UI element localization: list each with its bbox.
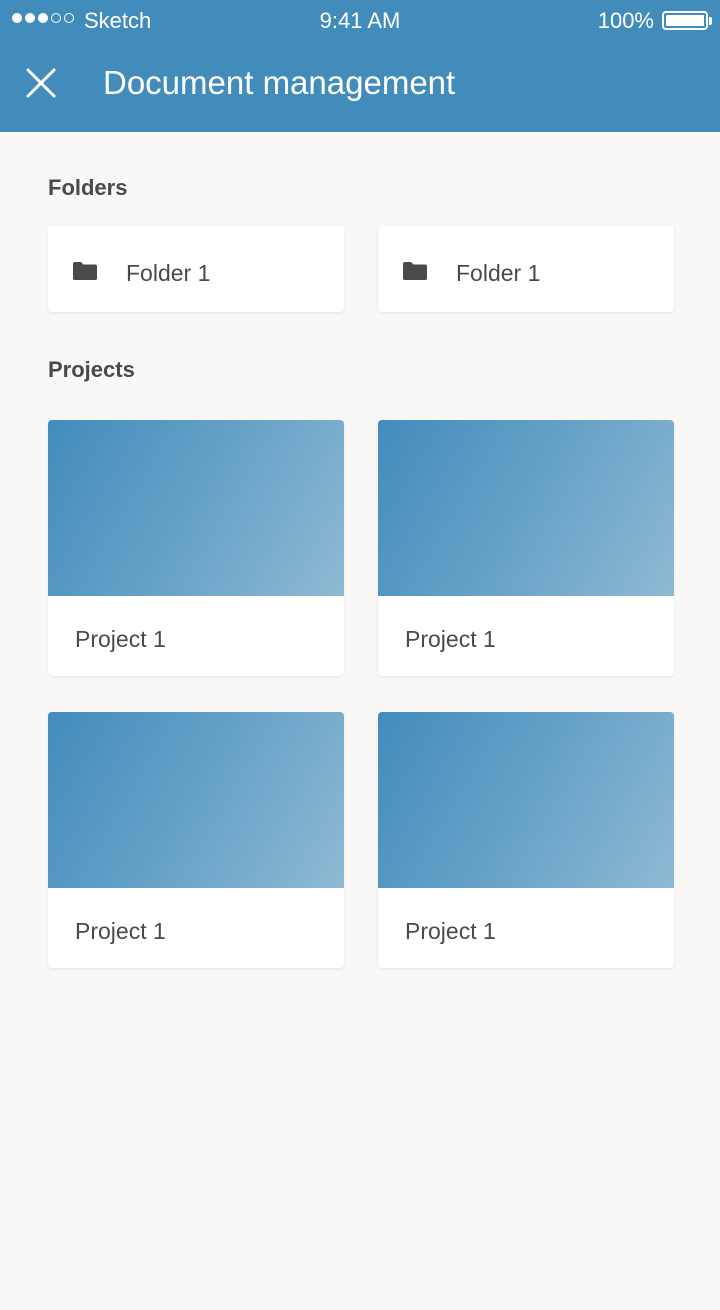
project-card[interactable]: Project 1	[48, 420, 344, 676]
project-card[interactable]: Project 1	[378, 420, 674, 676]
folders-heading: Folders	[48, 175, 128, 200]
project-label: Project 1	[405, 626, 496, 652]
folder-card[interactable]: Folder 1	[48, 226, 344, 312]
projects-heading: Projects	[48, 357, 135, 382]
folder-icon	[403, 262, 427, 280]
folder-card[interactable]: Folder 1	[378, 226, 674, 312]
battery-percentage: 100%	[597, 8, 654, 33]
project-label: Project 1	[405, 918, 496, 944]
project-thumbnail	[48, 420, 344, 596]
battery-level	[666, 15, 704, 26]
project-thumbnail	[48, 712, 344, 888]
project-label: Project 1	[75, 918, 166, 944]
page-title: Document management	[103, 64, 456, 101]
folder-label: Folder 1	[126, 260, 211, 286]
project-thumbnail	[378, 712, 674, 888]
folder-icon	[73, 262, 97, 280]
app-screen: Sketch 9:41 AM 100% Document management …	[0, 0, 720, 1310]
app-header: Sketch 9:41 AM 100% Document management	[0, 0, 720, 132]
status-bar: Sketch 9:41 AM 100%	[0, 0, 720, 42]
project-thumbnail	[378, 420, 674, 596]
battery-tip	[709, 17, 712, 25]
battery-icon	[662, 11, 708, 30]
close-icon	[26, 68, 56, 98]
folder-label: Folder 1	[456, 260, 541, 286]
project-card[interactable]: Project 1	[378, 712, 674, 968]
project-label: Project 1	[75, 626, 166, 652]
close-button[interactable]	[20, 62, 62, 104]
project-card[interactable]: Project 1	[48, 712, 344, 968]
